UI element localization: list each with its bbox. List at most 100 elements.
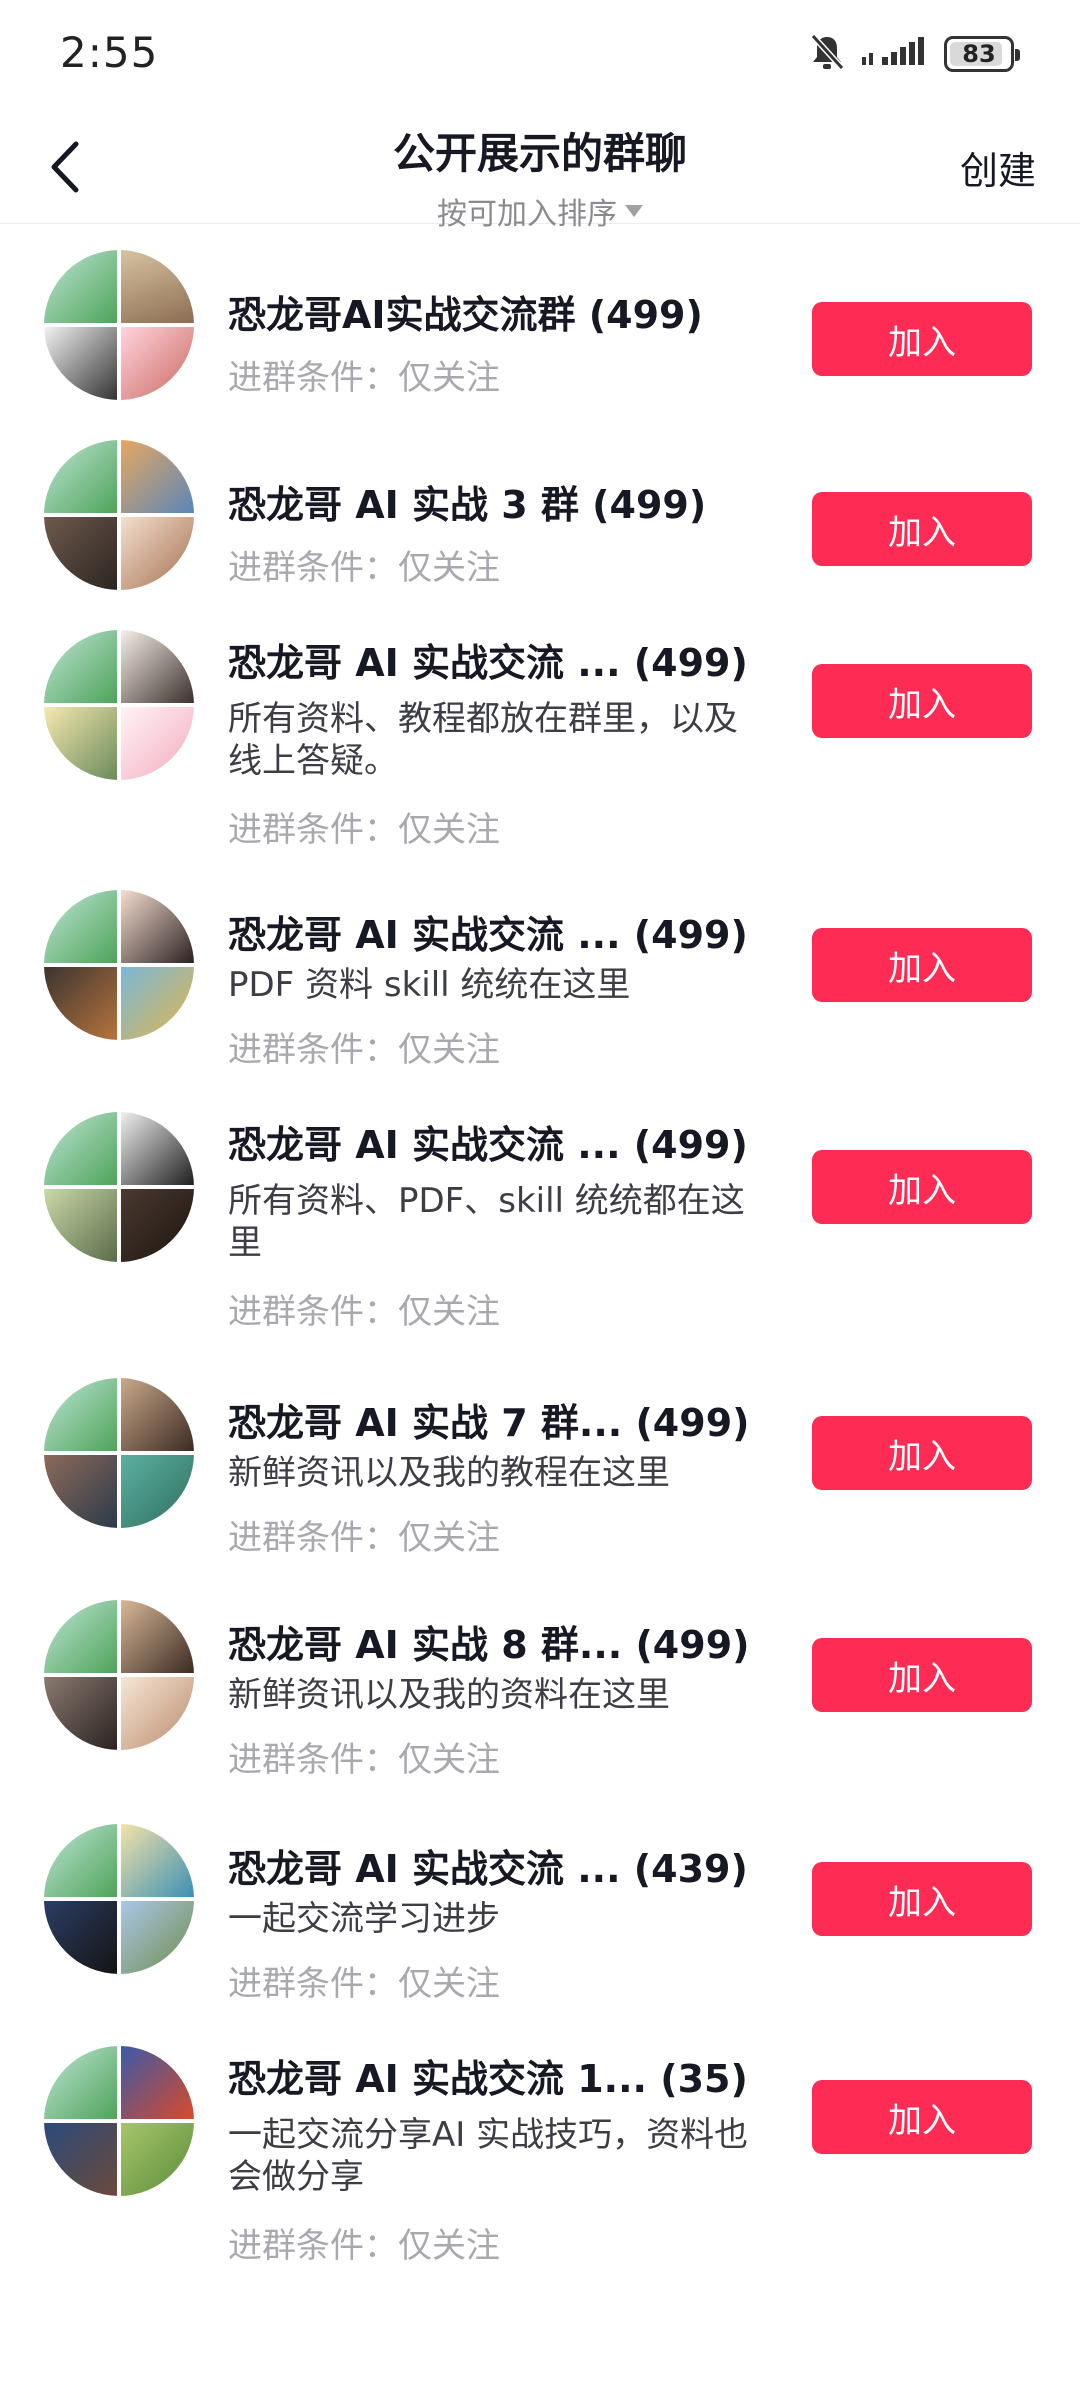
join-button[interactable]: 加入 <box>812 1416 1032 1490</box>
join-button[interactable]: 加入 <box>812 1150 1032 1224</box>
avatar-tile <box>44 630 117 703</box>
group-name: 恐龙哥 AI 实战交流 ... (499) <box>228 641 748 685</box>
avatar-tile <box>121 1901 194 1974</box>
avatar-tile <box>121 630 194 703</box>
join-condition: 进群条件：仅关注 <box>228 1964 500 2004</box>
group-item[interactable]: 恐龙哥 AI 实战交流 ... (439) 一起交流学习进步 进群条件：仅关注 … <box>0 1818 1080 2018</box>
group-item[interactable]: 恐龙哥 AI 实战交流 1... (35) 一起交流分享AI 实战技巧，资料也会… <box>0 2040 1080 2280</box>
avatar-tile <box>121 1189 194 1262</box>
avatar-tile <box>44 1600 117 1673</box>
group-name: 恐龙哥 AI 实战交流 ... (499) <box>228 913 748 957</box>
avatar-tile <box>44 707 117 780</box>
battery-icon: 83 <box>944 36 1020 72</box>
status-bar: 2:55 83 <box>0 0 1080 110</box>
avatar-tile <box>44 1378 117 1451</box>
join-condition: 进群条件：仅关注 <box>228 1292 500 1332</box>
group-item[interactable]: 恐龙哥 AI 实战交流 ... (499) 所有资料、PDF、skill 统统都… <box>0 1106 1080 1346</box>
join-condition: 进群条件：仅关注 <box>228 548 500 588</box>
avatar-tile <box>44 1901 117 1974</box>
group-description: 所有资料、教程都放在群里，以及线上答疑。 <box>228 699 738 781</box>
join-button[interactable]: 加入 <box>812 1862 1032 1936</box>
avatar-tile <box>121 707 194 780</box>
group-avatar <box>44 630 194 780</box>
avatar-tile <box>121 250 194 323</box>
title-block: 公开展示的群聊 按可加入排序 <box>0 120 1080 233</box>
group-name: 恐龙哥 AI 实战交流 ... (499) <box>228 1123 748 1167</box>
group-avatar <box>44 1824 194 1974</box>
bell-muted-icon <box>810 33 845 75</box>
group-item[interactable]: 恐龙哥 AI 实战 8 群... (499) 新鲜资讯以及我的资料在这里 进群条… <box>0 1594 1080 1794</box>
join-condition: 进群条件：仅关注 <box>228 1030 500 1070</box>
avatar-tile <box>121 2046 194 2119</box>
group-description: 所有资料、PDF、skill 统统都在这里 <box>228 1181 745 1263</box>
group-item[interactable]: 恐龙哥 AI 实战交流 ... (499) 所有资料、教程都放在群里，以及线上答… <box>0 624 1080 864</box>
join-condition: 进群条件：仅关注 <box>228 1518 500 1558</box>
join-button[interactable]: 加入 <box>812 928 1032 1002</box>
avatar-tile <box>44 327 117 400</box>
avatar-tile <box>121 1824 194 1897</box>
group-avatar <box>44 1600 194 1750</box>
avatar-tile <box>121 1677 194 1750</box>
group-description: 新鲜资讯以及我的资料在这里 <box>228 1675 670 1715</box>
avatar-tile <box>44 440 117 513</box>
sort-dropdown[interactable]: 按可加入排序 <box>437 189 643 233</box>
avatar-tile <box>44 517 117 590</box>
avatar-tile <box>44 1677 117 1750</box>
join-condition: 进群条件：仅关注 <box>228 810 500 850</box>
avatar-tile <box>121 890 194 963</box>
group-description: 新鲜资讯以及我的教程在这里 <box>228 1453 670 1493</box>
join-button[interactable]: 加入 <box>812 664 1032 738</box>
group-name: 恐龙哥 AI 实战 3 群 (499) <box>228 483 707 527</box>
avatar-tile <box>121 1112 194 1185</box>
group-avatar <box>44 1112 194 1262</box>
page-title: 公开展示的群聊 <box>392 129 687 178</box>
group-name: 恐龙哥 AI 实战交流 ... (439) <box>228 1847 748 1891</box>
group-avatar <box>44 2046 194 2196</box>
avatar-tile <box>44 890 117 963</box>
avatar-tile <box>121 1455 194 1528</box>
caret-down-icon <box>625 205 643 217</box>
group-description: 一起交流分享AI 实战技巧，资料也会做分享 <box>228 2115 749 2197</box>
header: 公开展示的群聊 按可加入排序 创建 <box>0 110 1080 232</box>
join-condition: 进群条件：仅关注 <box>228 1740 500 1780</box>
group-avatar <box>44 440 194 590</box>
avatar-tile <box>121 2123 194 2196</box>
group-name: 恐龙哥AI实战交流群 (499) <box>228 293 703 337</box>
avatar-tile <box>44 1824 117 1897</box>
avatar-tile <box>121 517 194 590</box>
avatar-tile <box>121 1600 194 1673</box>
join-button[interactable]: 加入 <box>812 1638 1032 1712</box>
join-condition: 进群条件：仅关注 <box>228 358 500 398</box>
sort-label: 按可加入排序 <box>437 197 617 232</box>
group-name: 恐龙哥 AI 实战 7 群... (499) <box>228 1401 750 1445</box>
group-name: 恐龙哥 AI 实战交流 1... (35) <box>228 2057 748 2101</box>
join-button[interactable]: 加入 <box>812 492 1032 566</box>
group-item[interactable]: 恐龙哥AI实战交流群 (499) 进群条件：仅关注 加入 <box>0 244 1080 414</box>
group-description: PDF 资料 skill 统统在这里 <box>228 965 631 1005</box>
avatar-tile <box>44 1189 117 1262</box>
group-item[interactable]: 恐龙哥 AI 实战交流 ... (499) PDF 资料 skill 统统在这里… <box>0 884 1080 1084</box>
status-icons: 83 <box>810 33 1020 75</box>
avatar-tile <box>121 440 194 513</box>
group-avatar <box>44 890 194 1040</box>
avatar-tile <box>44 1112 117 1185</box>
group-item[interactable]: 恐龙哥 AI 实战 3 群 (499) 进群条件：仅关注 加入 <box>0 434 1080 604</box>
avatar-tile <box>121 327 194 400</box>
join-button[interactable]: 加入 <box>812 302 1032 376</box>
group-avatar <box>44 250 194 400</box>
group-description: 一起交流学习进步 <box>228 1899 500 1939</box>
avatar-tile <box>44 250 117 323</box>
group-item[interactable]: 恐龙哥 AI 实战 7 群... (499) 新鲜资讯以及我的教程在这里 进群条… <box>0 1372 1080 1572</box>
avatar-tile <box>44 967 117 1040</box>
battery-level: 83 <box>962 40 996 68</box>
join-button[interactable]: 加入 <box>812 2080 1032 2154</box>
avatar-tile <box>121 967 194 1040</box>
avatar-tile <box>44 1455 117 1528</box>
join-condition: 进群条件：仅关注 <box>228 2226 500 2266</box>
group-avatar <box>44 1378 194 1528</box>
status-time: 2:55 <box>60 28 159 77</box>
create-button[interactable]: 创建 <box>960 140 1036 195</box>
avatar-tile <box>44 2046 117 2119</box>
signal-icon <box>862 35 926 73</box>
group-name: 恐龙哥 AI 实战 8 群... (499) <box>228 1623 750 1667</box>
